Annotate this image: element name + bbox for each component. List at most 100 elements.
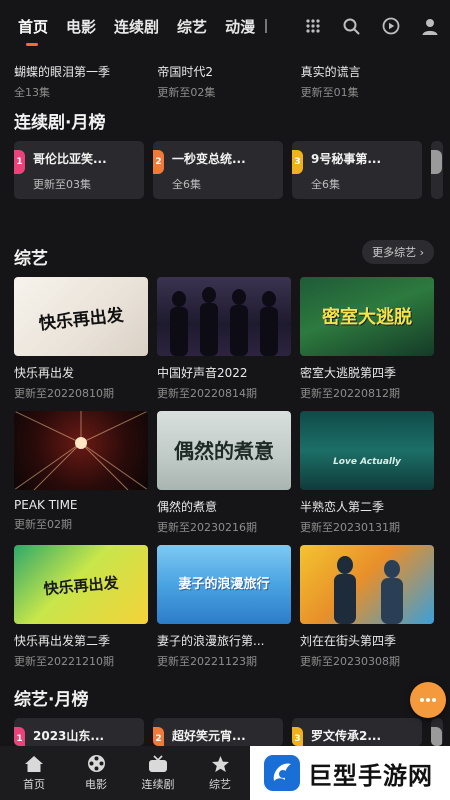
item-title: PEAK TIME <box>14 498 78 512</box>
item-sub: 更新至20230216期 <box>157 521 257 534</box>
series-rank-list: 1 哥伦比亚笑... 更新至03集 2 一秒变总统... 全6集 3 9号秘事第… <box>14 141 443 199</box>
tab-movies[interactable]: 电影 <box>66 0 96 52</box>
item-title: 帝国时代2 <box>157 65 213 79</box>
variety-rank-list: 1 2023山东... 2 超好笑元宵... 3 罗文传承2... <box>14 718 443 746</box>
bottom-nav-variety[interactable]: 综艺 <box>189 746 251 800</box>
rank-badge: 3 <box>292 150 303 174</box>
variety-card[interactable]: PEAK TIME 更新至02期 <box>14 411 148 535</box>
star-icon <box>211 755 229 772</box>
rank-badge: 2 <box>153 727 164 746</box>
user-icon[interactable] <box>422 18 438 35</box>
item-sub: 更新至20221123期 <box>157 655 257 668</box>
poster-light-burst <box>14 411 148 490</box>
list-item[interactable]: 蝴蝶的眼泪第一季 全13集 <box>14 55 157 100</box>
poster-thumbnail: 妻子的浪漫旅行 <box>157 545 291 624</box>
item-sub: 全13集 <box>14 86 50 99</box>
poster-thumbnail: Love Actually <box>300 411 434 490</box>
variety-card[interactable]: 密室大逃脱 密室大逃脱第四季 更新至20220812期 <box>300 277 434 401</box>
more-options-fab[interactable] <box>410 682 446 718</box>
variety-card[interactable]: 快乐再出发 快乐再出发第二季 更新至20221210期 <box>14 545 148 669</box>
item-sub: 更新至01集 <box>300 86 359 99</box>
item-sub: 更新至20220810期 <box>14 387 114 400</box>
rank-title: 哥伦比亚笑... <box>33 152 107 166</box>
rank-title: 9号秘事第... <box>311 152 382 166</box>
rank-badge: 1 <box>14 150 25 174</box>
bottom-nav-home[interactable]: 首页 <box>3 746 65 800</box>
grid-menu-icon[interactable] <box>305 18 321 34</box>
bottom-nav-label: 综艺 <box>209 777 231 791</box>
film-reel-icon <box>87 755 105 772</box>
variety-card[interactable]: 妻子的浪漫旅行 妻子的浪漫旅行第... 更新至20221123期 <box>157 545 291 669</box>
poster-thumbnail: 快乐再出发 <box>14 277 148 356</box>
bottom-nav-label: 电影 <box>85 778 107 791</box>
variety-card[interactable]: 快乐再出发 快乐再出发 更新至20220810期 <box>14 277 148 401</box>
rank-card[interactable]: 3 9号秘事第... 全6集 <box>292 141 422 199</box>
rank-title: 罗文传承2... <box>311 729 382 743</box>
rank-card-partial[interactable] <box>431 141 443 199</box>
top-nav: 首页 电影 连续剧 综艺 动漫 <box>0 0 450 52</box>
rank-badge <box>431 150 442 174</box>
tv-icon <box>149 754 167 772</box>
prev-section-row: 蝴蝶的眼泪第一季 全13集 帝国时代2 更新至02集 真实的谎言 更新至01集 <box>14 55 444 100</box>
tab-variety[interactable]: 综艺 <box>177 0 207 52</box>
bottom-nav-series[interactable]: 连续剧 <box>127 746 189 800</box>
tab-home[interactable]: 首页 <box>18 0 48 52</box>
rank-badge: 3 <box>292 727 303 746</box>
bottom-nav-label: 连续剧 <box>141 777 175 791</box>
item-sub: 更新至20230131期 <box>300 521 400 534</box>
nav-icons <box>305 0 438 52</box>
variety-card[interactable]: 中国好声音2022 更新至20220814期 <box>157 277 291 401</box>
rank-card[interactable]: 2 超好笑元宵... <box>153 718 283 746</box>
list-item[interactable]: 帝国时代2 更新至02集 <box>157 55 300 100</box>
ellipsis-icon <box>420 698 436 702</box>
item-sub: 更新至02期 <box>14 518 72 531</box>
rank-sub: 全6集 <box>311 178 340 191</box>
rank-title: 超好笑元宵... <box>172 729 246 743</box>
poster-art-text: 密室大逃脱 <box>322 307 412 328</box>
poster-thumbnail: 密室大逃脱 <box>300 277 434 356</box>
poster-art-text: Love Actually <box>333 457 401 467</box>
variety-rank-title: 综艺·月榜 <box>14 690 89 710</box>
list-item[interactable]: 真实的谎言 更新至01集 <box>301 55 444 100</box>
rank-card[interactable]: 1 哥伦比亚笑... 更新至03集 <box>14 141 144 199</box>
rank-badge <box>431 727 442 746</box>
variety-title: 综艺 <box>14 249 48 269</box>
more-variety-button[interactable]: 更多综艺 › <box>362 240 434 264</box>
item-title: 刘在在街头第四季 <box>300 634 397 648</box>
item-title: 快乐再出发 <box>14 366 75 380</box>
tab-series[interactable]: 连续剧 <box>114 0 159 52</box>
rank-card[interactable]: 2 一秒变总统... 全6集 <box>153 141 283 199</box>
rank-card[interactable]: 3 罗文传承2... <box>292 718 422 746</box>
rank-card[interactable]: 1 2023山东... <box>14 718 144 746</box>
item-sub: 更新至20230308期 <box>300 655 400 668</box>
item-sub: 更新至20221210期 <box>14 655 114 668</box>
rank-card-partial[interactable] <box>431 718 443 746</box>
tab-divider <box>265 19 268 33</box>
bottom-nav-label: 首页 <box>23 777 45 791</box>
poster-figures <box>170 287 278 356</box>
poster-thumbnail <box>14 411 148 490</box>
item-title: 蝴蝶的眼泪第一季 <box>14 65 111 79</box>
history-play-icon[interactable] <box>382 17 400 35</box>
item-title: 快乐再出发第二季 <box>14 634 111 648</box>
rank-title: 一秒变总统... <box>172 152 246 166</box>
variety-card[interactable]: Love Actually 半熟恋人第二季 更新至20230131期 <box>300 411 434 535</box>
tab-anime[interactable]: 动漫 <box>225 0 255 52</box>
item-title: 偶然的煮意 <box>157 500 218 514</box>
category-tabs: 首页 电影 连续剧 综艺 动漫 <box>0 0 268 52</box>
bottom-nav-movies[interactable]: 电影 <box>65 746 127 800</box>
home-icon <box>25 755 43 772</box>
poster-art-text: 妻子的浪漫旅行 <box>178 577 270 592</box>
poster-thumbnail <box>157 277 291 356</box>
variety-card[interactable]: 刘在在街头第四季 更新至20230308期 <box>300 545 434 669</box>
rank-title: 2023山东... <box>33 729 105 743</box>
watermark-logo-icon <box>264 755 300 791</box>
rank-sub: 全6集 <box>172 178 201 191</box>
search-icon[interactable] <box>343 18 360 35</box>
watermark-text: 巨型手游网 <box>308 761 433 790</box>
rank-sub: 更新至03集 <box>33 178 91 191</box>
poster-thumbnail: 快乐再出发 <box>14 545 148 624</box>
poster-art-text: 快乐再出发 <box>37 305 125 335</box>
item-title: 真实的谎言 <box>300 65 361 79</box>
variety-card[interactable]: 偶然的煮意 偶然的煮意 更新至20230216期 <box>157 411 291 535</box>
